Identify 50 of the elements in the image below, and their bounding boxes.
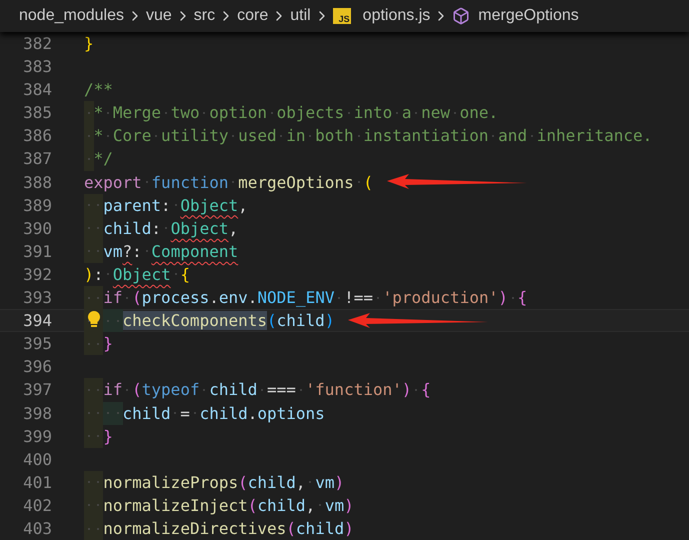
code-line: export function mergeOptions ( [84,172,373,194]
breadcrumb-item[interactable]: options.js [362,4,430,28]
js-file-icon: JS [332,8,351,24]
line-number: 397 [22,379,52,402]
breadcrumb-item[interactable]: util [290,4,311,28]
line-number: 391 [22,240,52,263]
cube-icon [452,7,470,25]
line-number: 382 [22,33,52,55]
breadcrumb-item[interactable]: src [194,4,216,28]
code-line: } [84,33,94,55]
line-number: 389 [22,194,52,217]
code-line: ): Object { [84,264,190,286]
line-number: 388 [22,172,52,194]
line-number: 396 [22,356,52,378]
line-number: 390 [22,218,52,240]
code-line: if (typeof child === 'function') { [84,378,431,402]
code-line: normalizeDirectives(child) [84,516,354,540]
line-number: 395 [22,333,52,356]
code-line: * Merge two option objects into a new one. [84,101,498,124]
line-number: 387 [22,148,52,170]
code-line: parent: Object, [84,194,248,217]
code-line: if (process.env.NODE_ENV !== 'production') { [84,286,528,310]
line-number: 392 [22,264,52,286]
code-line: * Core utility used in both instantiation and inheritance. [84,124,652,148]
code-line: */ [84,147,113,171]
code-line: normalizeProps(child, vm) [84,470,344,494]
code-line: vm?: Component [84,240,238,263]
code-line: child = child.options [84,402,325,425]
code-line: checkComponents(child) [84,309,334,332]
line-number: 400 [22,448,52,471]
line-number: 394 [22,310,52,332]
code-line: normalizeInject(child, vm) [84,494,354,517]
code-line: child: Object, [84,216,238,240]
line-number: 402 [22,494,52,517]
line-number: 401 [22,472,52,494]
line-number: 399 [22,426,52,448]
breadcrumb-item[interactable]: mergeOptions [478,4,579,28]
breadcrumb-item[interactable]: node_modules [19,4,124,28]
line-number: 386 [22,125,52,148]
line-number: 383 [22,56,52,78]
breadcrumb-item[interactable]: core [237,4,268,28]
code-line: } [84,424,113,448]
code-line: } [84,332,113,356]
line-number: 398 [22,402,52,424]
code-line: /** [84,79,113,102]
breadcrumb-item[interactable]: vue [146,4,172,28]
line-number: 403 [22,518,52,540]
line-number: 393 [22,287,52,310]
line-number: 385 [22,102,52,124]
line-number: 384 [22,79,52,102]
